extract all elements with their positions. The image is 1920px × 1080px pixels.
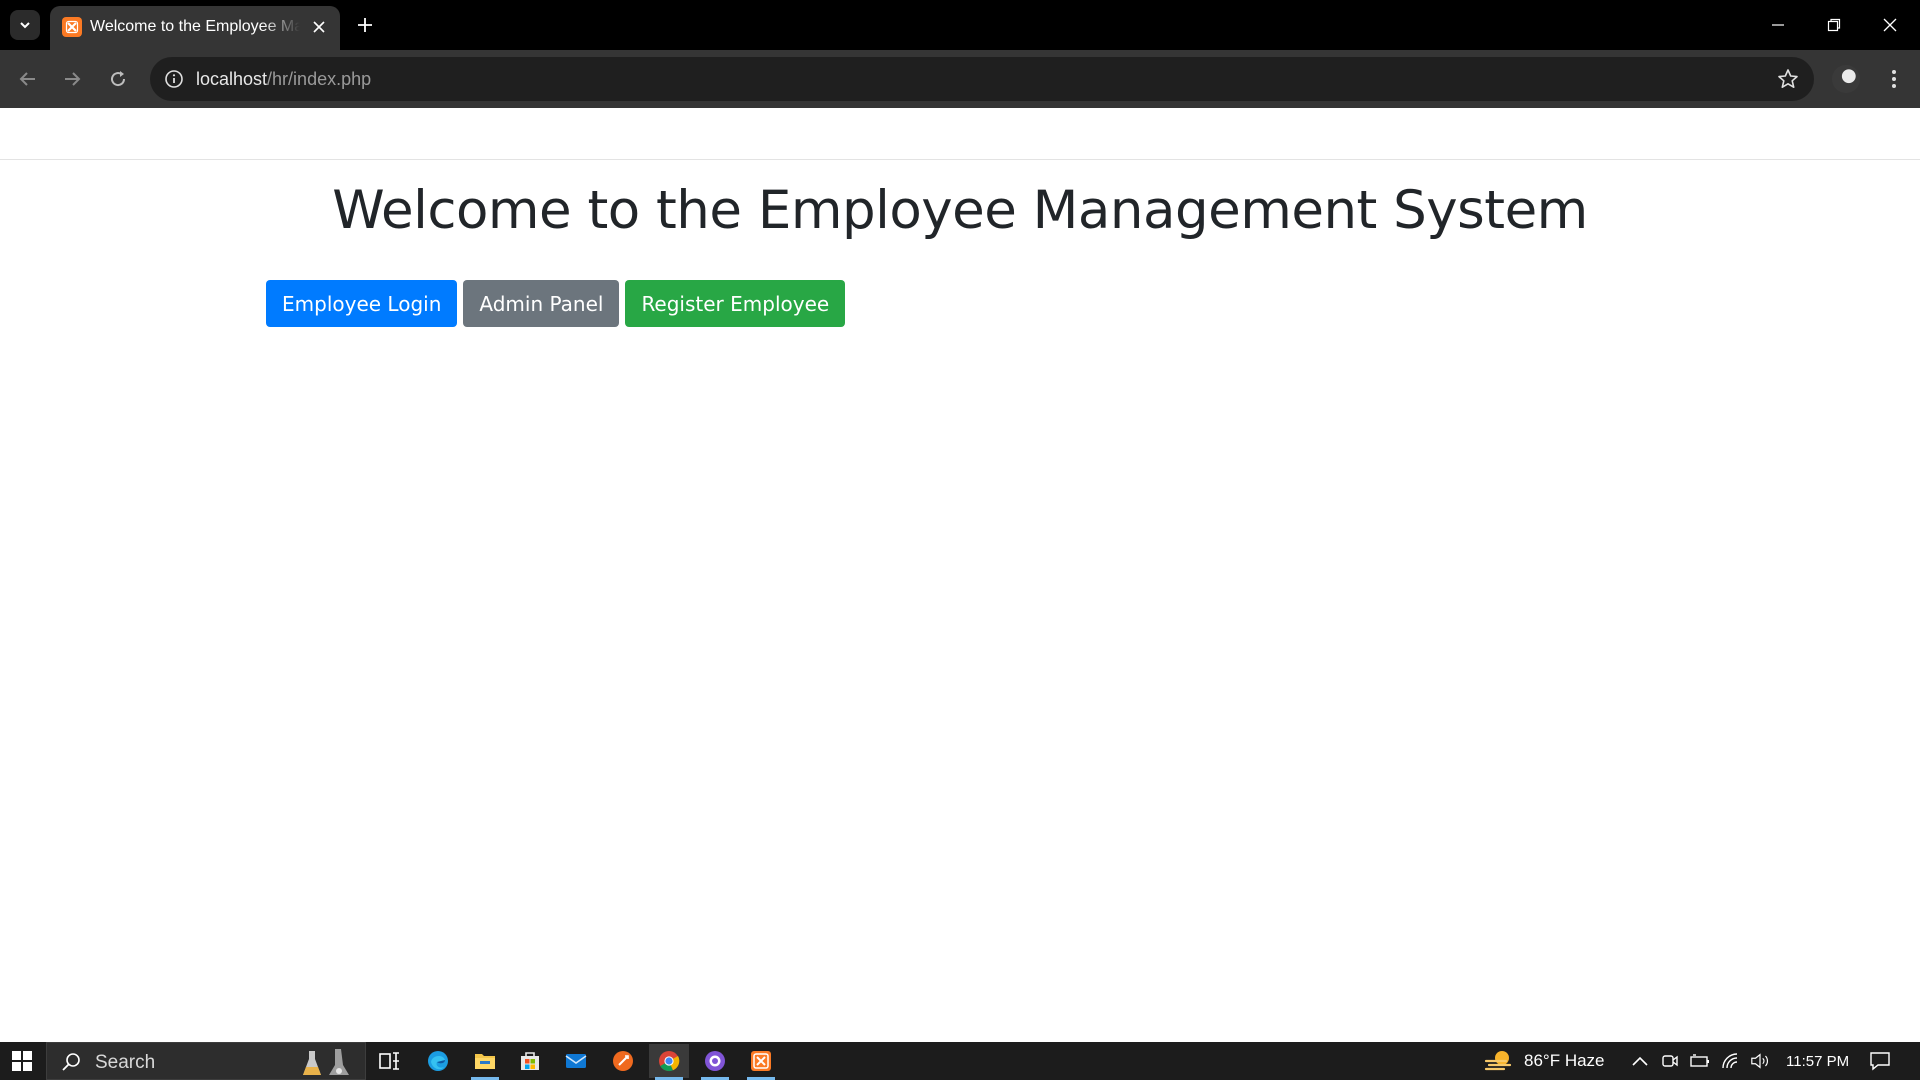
action-buttons: Employee Login Admin Panel Register Empl… [266, 280, 846, 327]
reload-button[interactable] [104, 65, 132, 93]
back-button[interactable] [14, 65, 42, 93]
brave-icon[interactable] [603, 1044, 643, 1078]
file-explorer-icon[interactable] [465, 1044, 505, 1080]
clock-time[interactable]: 11:57 PM [1786, 1042, 1849, 1080]
reload-icon [111, 71, 126, 87]
arrow-right-icon [65, 72, 81, 86]
tab-active[interactable]: Welcome to the Employee Management Syste… [50, 6, 340, 50]
restore-icon [1827, 18, 1841, 32]
profile-avatar[interactable] [1832, 65, 1860, 93]
forward-button[interactable] [58, 65, 86, 93]
volume-icon[interactable] [1750, 1051, 1770, 1071]
site-info-icon[interactable] [162, 67, 186, 91]
browser-menu-button[interactable] [1880, 65, 1908, 93]
browser-tab-bar: Welcome to the Employee Management Syste… [0, 0, 1920, 50]
admin-panel-button[interactable]: Admin Panel [463, 280, 620, 327]
url-path: /hr/index.php [267, 69, 372, 89]
wifi-icon[interactable] [1721, 1051, 1741, 1071]
close-window-button[interactable] [1868, 8, 1912, 42]
windows-logo-icon [12, 1051, 32, 1071]
minimize-button[interactable] [1756, 8, 1800, 42]
search-highlight-lab-icon [303, 1049, 349, 1075]
mail-icon[interactable] [556, 1044, 596, 1078]
meet-now-icon[interactable] [1660, 1051, 1680, 1071]
tab-title: Welcome to the Employee Management Syste… [90, 18, 300, 35]
arrow-left-icon [19, 72, 35, 86]
github-desktop-icon[interactable] [695, 1044, 735, 1080]
chrome-icon[interactable] [649, 1044, 689, 1080]
chevron-down-icon [20, 22, 30, 29]
bookmark-star-icon[interactable] [1776, 67, 1800, 91]
tab-close-icon[interactable] [308, 16, 330, 38]
navbar-divider [0, 159, 1920, 160]
store-icon[interactable] [510, 1044, 550, 1078]
battery-icon[interactable] [1690, 1051, 1710, 1071]
minimize-icon [1772, 24, 1784, 26]
new-tab-button[interactable] [352, 12, 378, 38]
weather-haze-icon[interactable] [1484, 1049, 1514, 1073]
address-bar[interactable]: localhost/hr/index.php [150, 57, 1814, 101]
restore-button[interactable] [1812, 8, 1856, 42]
page-title: Welcome to the Employee Management Syste… [332, 180, 1588, 241]
notification-center-icon[interactable] [1868, 1050, 1892, 1072]
task-view-icon[interactable] [370, 1044, 410, 1078]
browser-toolbar: localhost/hr/index.php [0, 50, 1920, 108]
search-icon [62, 1053, 80, 1071]
close-icon [1883, 18, 1897, 32]
page-viewport: Welcome to the Employee Management Syste… [0, 108, 1920, 1042]
register-employee-button[interactable]: Register Employee [625, 280, 846, 327]
start-button[interactable] [0, 1042, 44, 1080]
employee-login-button[interactable]: Employee Login [266, 280, 458, 327]
plus-icon [358, 18, 372, 32]
windows-taskbar: Search 86°F Haze 11:57 PM [0, 1042, 1920, 1080]
edge-icon[interactable] [418, 1044, 458, 1078]
chevron-up-icon[interactable] [1630, 1051, 1650, 1071]
more-vertical-icon [1892, 70, 1896, 88]
taskbar-search-label: Search [95, 1052, 156, 1073]
weather-text[interactable]: 86°F Haze [1524, 1042, 1605, 1080]
url-host: localhost [196, 69, 268, 89]
url-text[interactable]: localhost/hr/index.php [196, 69, 371, 90]
xampp-favicon-icon [62, 17, 82, 37]
xampp-icon[interactable] [741, 1044, 781, 1080]
tab-search-button[interactable] [10, 10, 40, 40]
taskbar-search-box[interactable]: Search [46, 1042, 366, 1080]
